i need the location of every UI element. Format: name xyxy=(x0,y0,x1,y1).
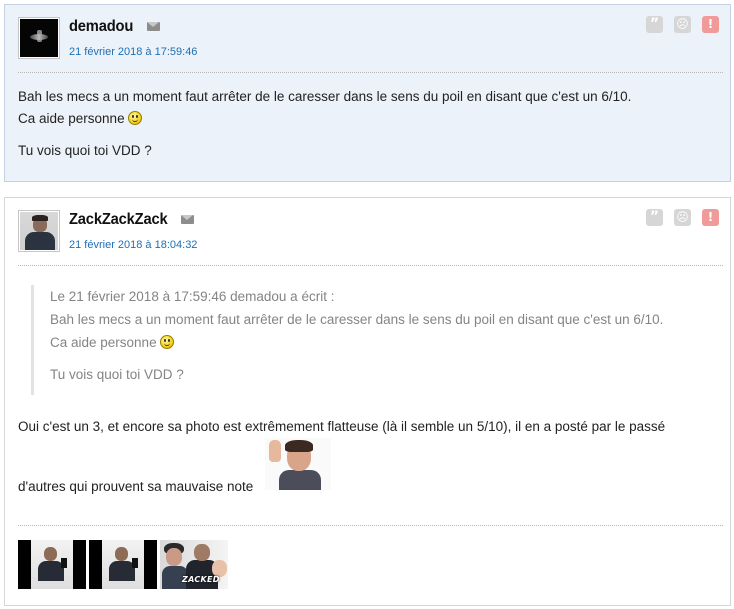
quote-line: Tu vois quoi toi VDD ? xyxy=(50,367,184,382)
smiley-icon xyxy=(127,111,142,125)
thumbnail-image[interactable] xyxy=(18,540,86,589)
smiley-icon xyxy=(159,335,174,349)
quote-line: Ca aide personne xyxy=(50,335,157,350)
post-date[interactable]: 21 février 2018 à 17:59:46 xyxy=(69,46,197,58)
quote-line: Bah les mecs a un moment faut arrêter de… xyxy=(50,312,664,327)
post-content: Bah les mecs a un moment faut arrêter de… xyxy=(18,86,720,162)
username[interactable]: demadou xyxy=(69,18,133,36)
mail-icon[interactable] xyxy=(181,215,194,224)
post-demadou: demadou 21 février 2018 à 17:59:46 ” ☹ !… xyxy=(4,4,731,182)
image-thumbnails: ZACKED xyxy=(18,540,228,589)
mail-icon[interactable] xyxy=(147,22,160,31)
sad-face-icon[interactable]: ☹ xyxy=(674,209,691,226)
thumbnail-image[interactable]: ZACKED xyxy=(160,540,228,589)
text-line: Tu vois quoi toi VDD ? xyxy=(18,143,152,158)
post-zackzackzack: ZackZackZack 21 février 2018 à 18:04:32 … xyxy=(4,197,731,606)
post-date[interactable]: 21 février 2018 à 18:04:32 xyxy=(69,239,197,251)
quote-header: Le 21 février 2018 à 17:59:46 demadou a … xyxy=(50,289,335,304)
username[interactable]: ZackZackZack xyxy=(69,211,168,229)
alert-icon[interactable]: ! xyxy=(702,209,719,226)
sad-face-icon[interactable]: ☹ xyxy=(674,16,691,33)
divider xyxy=(18,525,723,526)
reply-text-line-1: Oui c'est un 3, et encore sa photo est e… xyxy=(18,419,666,434)
avatar-image xyxy=(20,19,58,57)
reply-text-line-2: d'autres qui prouvent sa mauvaise note xyxy=(18,479,254,494)
text-line: Bah les mecs a un moment faut arrêter de… xyxy=(18,89,632,104)
sticker-image[interactable] xyxy=(265,438,331,490)
avatar-image xyxy=(20,212,58,250)
quote-block: Le 21 février 2018 à 17:59:46 demadou a … xyxy=(31,285,710,395)
thumbnail-caption: ZACKED xyxy=(182,575,220,584)
thumbnail-image[interactable] xyxy=(89,540,157,589)
divider xyxy=(18,72,723,73)
avatar[interactable] xyxy=(18,17,60,59)
text-line: Ca aide personne xyxy=(18,111,125,126)
quote-icon[interactable]: ” xyxy=(646,16,663,33)
divider xyxy=(18,265,723,266)
alert-icon[interactable]: ! xyxy=(702,16,719,33)
post-actions: ” ☹ ! xyxy=(646,209,719,226)
avatar[interactable] xyxy=(18,210,60,252)
post-actions: ” ☹ ! xyxy=(646,16,719,33)
quote-icon[interactable]: ” xyxy=(646,209,663,226)
